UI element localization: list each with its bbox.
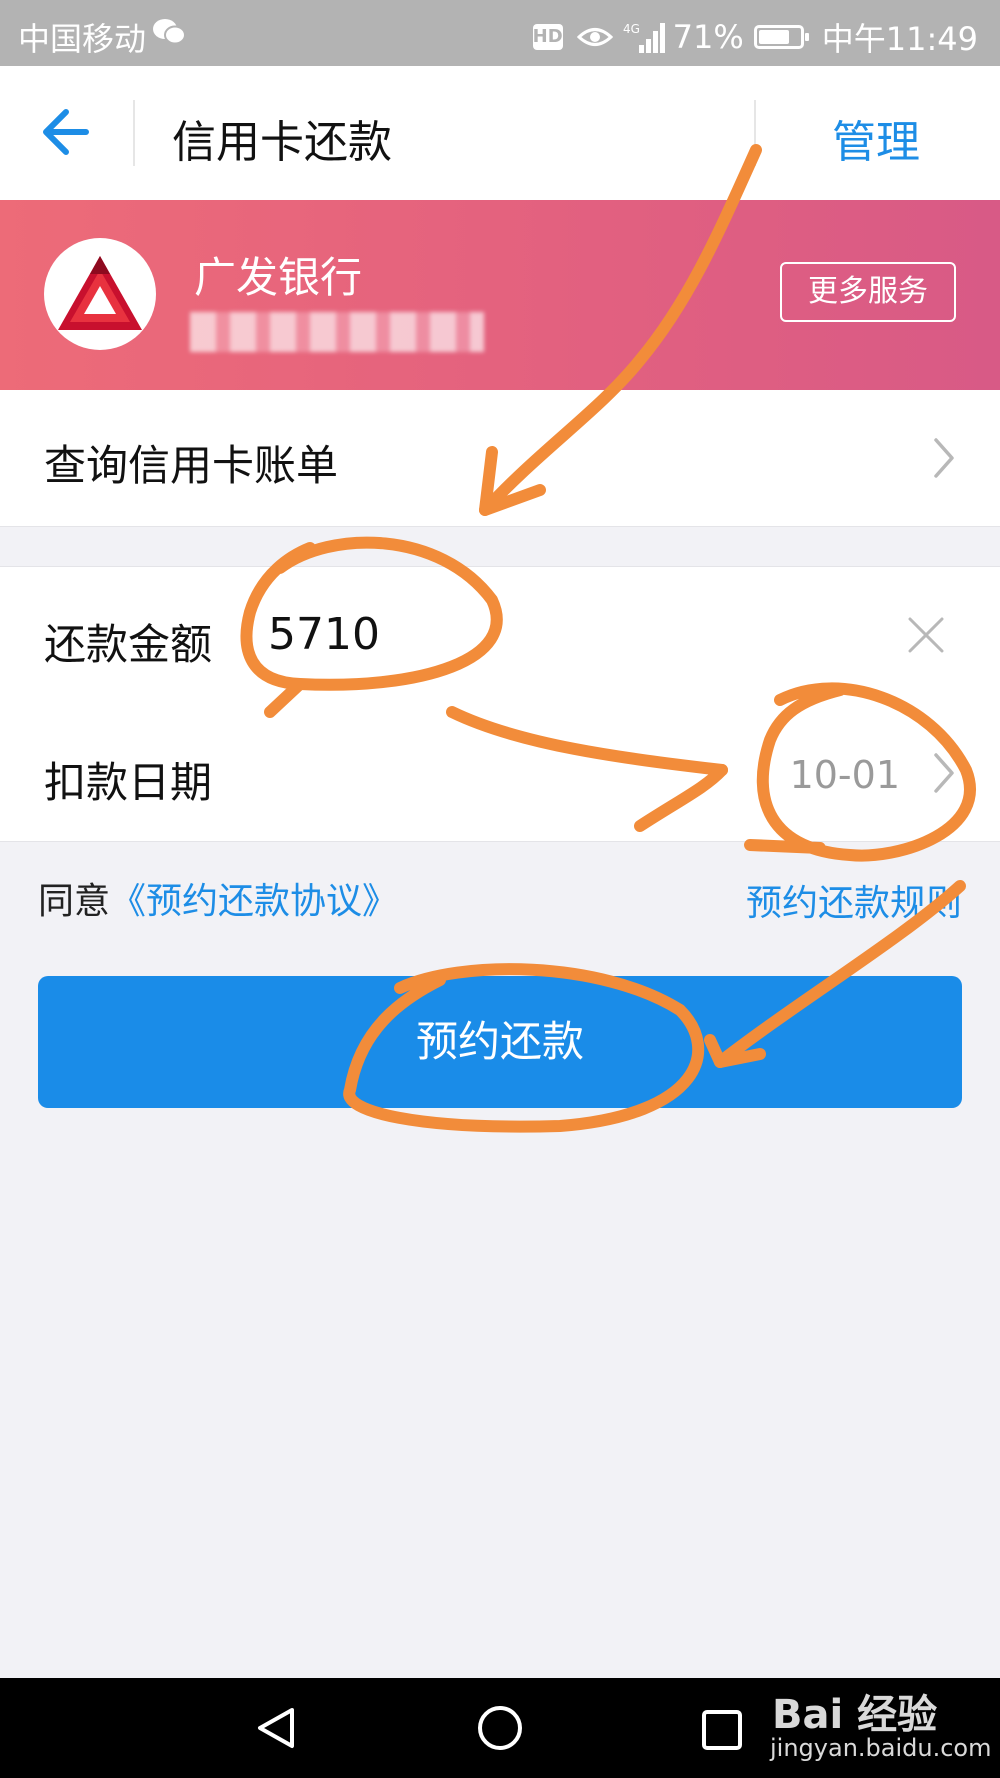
card-number-masked — [190, 312, 484, 352]
deduction-date-row[interactable]: 扣款日期 10-01 — [0, 703, 1000, 842]
deduction-date-value: 10-01 — [789, 753, 900, 797]
baidu-watermark: Bai 经验 jingyan.baidu.com — [760, 1668, 1000, 1778]
hd-badge: HD — [532, 24, 563, 50]
wechat-icon — [153, 19, 186, 45]
battery-percent: 71% — [672, 18, 744, 56]
manage-button[interactable]: 管理 — [832, 106, 920, 170]
gf-bank-logo-icon — [58, 256, 142, 330]
bank-name: 广发银行 — [194, 253, 363, 302]
rules-link[interactable]: 预约还款规则 — [746, 874, 962, 926]
status-bar: 中国移动 HD 4G 71% 中午11:49 — [0, 0, 1000, 66]
signal-icon: 4G — [623, 22, 665, 53]
bank-logo — [44, 238, 156, 350]
chevron-right-icon — [934, 438, 954, 478]
deduction-date-label: 扣款日期 — [44, 758, 213, 807]
nav-recent-icon[interactable] — [700, 1708, 744, 1752]
schedule-repayment-button[interactable]: 预约还款 — [38, 976, 962, 1108]
repay-amount-input[interactable]: 5710 — [268, 609, 380, 660]
query-bill-label: 查询信用卡账单 — [44, 441, 339, 490]
page-title: 信用卡还款 — [172, 117, 392, 168]
header-divider — [754, 100, 756, 166]
agree-prefix: 同意 — [38, 881, 111, 922]
bank-banner: 广发银行 更多服务 — [0, 200, 1000, 390]
repay-amount-row: 还款金额 5710 — [0, 566, 1000, 704]
repay-amount-label: 还款金额 — [44, 620, 213, 669]
nav-back-icon[interactable] — [254, 1706, 298, 1750]
battery-icon — [753, 25, 809, 49]
chevron-right-icon — [934, 753, 954, 793]
carrier-name: 中国移动 — [18, 20, 147, 58]
agreement-line: 同意《预约还款协议》 — [38, 872, 398, 924]
more-services-button[interactable]: 更多服务 — [780, 262, 956, 322]
eye-icon — [576, 28, 613, 46]
query-bill-row[interactable]: 查询信用卡账单 — [0, 390, 1000, 527]
network-type: 4G — [623, 22, 640, 36]
header-divider — [133, 100, 135, 166]
clear-icon[interactable] — [906, 615, 946, 655]
header: 信用卡还款 管理 — [0, 66, 1000, 200]
nav-home-icon[interactable] — [476, 1704, 524, 1752]
back-arrow-icon[interactable] — [38, 100, 98, 164]
clock: 中午11:49 — [821, 20, 978, 58]
watermark-main: Bai 经验 — [772, 1692, 938, 1738]
agreement-link[interactable]: 《预约还款协议》 — [110, 881, 398, 922]
watermark-url: jingyan.baidu.com — [770, 1734, 992, 1762]
status-indicators: HD 4G 71% 中午11:49 — [532, 14, 978, 60]
